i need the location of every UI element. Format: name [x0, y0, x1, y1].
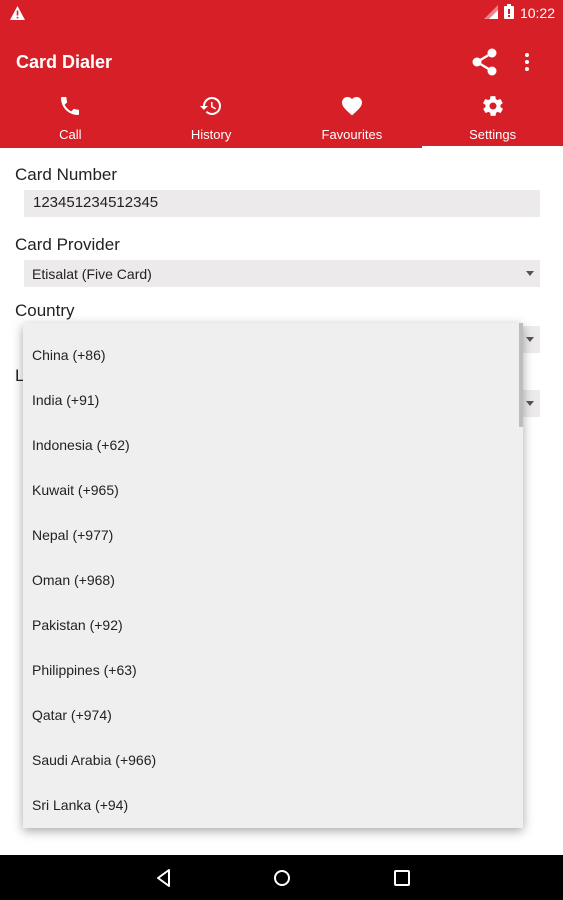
recents-icon	[394, 870, 410, 886]
app-bar: Card Dialer Call History Favourites Sett…	[0, 26, 563, 149]
country-option[interactable]: Nepal (+977)	[23, 513, 523, 558]
tab-favourites[interactable]: Favourites	[282, 92, 423, 148]
status-bar: 10:22	[0, 0, 563, 26]
phone-icon	[61, 97, 80, 115]
app-title: Card Dialer	[16, 52, 113, 72]
card-provider-label: Card Provider	[15, 235, 120, 254]
tab-history[interactable]: History	[141, 92, 282, 148]
clock-time: 10:22	[519, 5, 555, 21]
battery-icon	[503, 4, 514, 22]
signal-icon	[483, 4, 498, 22]
tab-label: Favourites	[321, 127, 383, 142]
country-option[interactable]: India (+91)	[23, 378, 523, 423]
card-number-label: Card Number	[15, 165, 118, 184]
home-button[interactable]	[272, 868, 292, 888]
recents-button[interactable]	[392, 868, 412, 888]
navigation-bar	[0, 855, 563, 900]
back-button[interactable]	[154, 868, 174, 888]
country-option[interactable]: China (+86)	[23, 333, 523, 378]
home-icon	[274, 870, 290, 886]
tab-bar: Call History Favourites Settings	[0, 92, 563, 149]
tab-label: Call	[59, 127, 82, 142]
tab-settings[interactable]: Settings	[422, 92, 563, 149]
country-option[interactable]: Kuwait (+965)	[23, 468, 523, 513]
history-icon	[200, 96, 222, 115]
share-icon	[472, 48, 497, 76]
country-option[interactable]: Pakistan (+92)	[23, 603, 523, 648]
country-label: Country	[15, 301, 75, 320]
tab-call[interactable]: Call	[0, 92, 141, 148]
dropdown-arrow-icon	[526, 271, 534, 276]
country-options-list: China (+86) India (+91) Indonesia (+62) Kuw…	[23, 333, 523, 828]
more-options-button[interactable]	[519, 50, 535, 74]
country-option[interactable]: Sri Lanka (+94)	[23, 783, 523, 828]
card-provider-select[interactable]: Etisalat (Five Card)	[24, 260, 540, 287]
share-button[interactable]	[470, 48, 500, 76]
dropdown-arrow-icon	[526, 337, 534, 342]
tab-label: History	[190, 127, 232, 142]
country-option[interactable]: Saudi Arabia (+966)	[23, 738, 523, 783]
country-option[interactable]: Philippines (+63)	[23, 648, 523, 693]
dropdown-arrow-icon	[526, 401, 534, 406]
country-dropdown-menu: China (+86) India (+91) Indonesia (+62) Kuw…	[23, 323, 523, 828]
more-vert-icon	[525, 53, 529, 71]
country-option[interactable]: Qatar (+974)	[23, 693, 523, 738]
back-icon	[157, 869, 170, 887]
gear-icon	[482, 96, 503, 116]
card-provider-value: Etisalat (Five Card)	[32, 266, 152, 282]
country-option[interactable]: Oman (+968)	[23, 558, 523, 603]
country-option[interactable]: Indonesia (+62)	[23, 423, 523, 468]
tab-label: Settings	[469, 127, 517, 142]
warning-icon	[10, 6, 25, 25]
heart-icon	[341, 97, 362, 116]
card-number-field[interactable]: 123451234512345	[24, 190, 540, 217]
